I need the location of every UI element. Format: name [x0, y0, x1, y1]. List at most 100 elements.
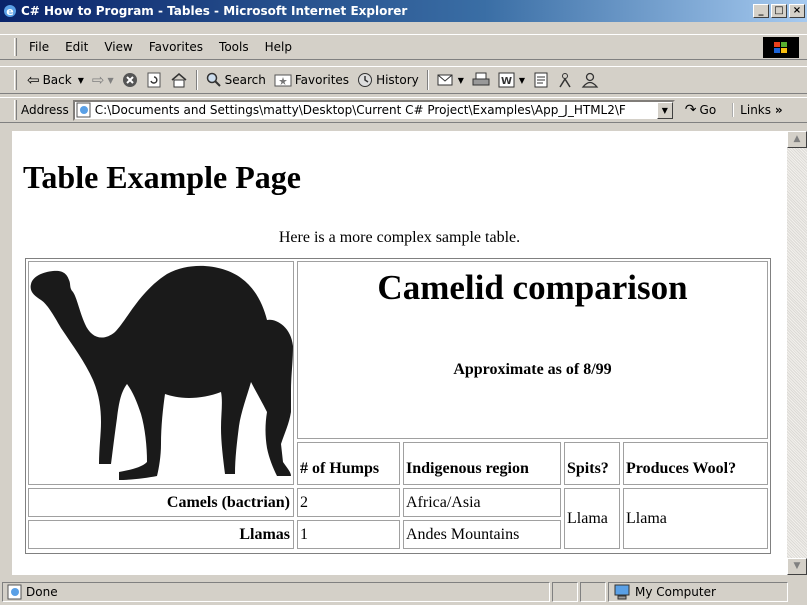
discuss-icon — [534, 72, 548, 88]
go-arrow-icon: ↷ — [684, 102, 697, 118]
print-button[interactable] — [468, 72, 494, 88]
maximize-button[interactable]: □ — [771, 4, 787, 18]
table-caption: Camelid comparison — [377, 268, 688, 307]
history-icon — [358, 73, 373, 87]
mail-dropdown-icon[interactable]: ▼ — [458, 76, 464, 85]
go-label: Go — [699, 103, 717, 117]
menu-help[interactable]: Help — [257, 40, 300, 54]
history-button[interactable]: History — [353, 72, 423, 88]
links-button[interactable]: Links » — [732, 103, 783, 117]
edit-dropdown-icon[interactable]: ▼ — [519, 76, 525, 85]
title-bar: e C# How to Program - Tables - Microsoft… — [0, 0, 807, 22]
print-icon — [472, 72, 490, 86]
favorites-icon — [274, 74, 292, 87]
favorites-button[interactable]: Favorites — [270, 72, 353, 88]
discuss-button[interactable] — [529, 72, 553, 88]
address-bar: Address C:\Documents and Settings\matty\… — [0, 97, 807, 123]
scroll-up-icon[interactable]: ▲ — [787, 131, 807, 148]
go-button[interactable]: ↷ Go — [685, 102, 716, 118]
minimize-button[interactable]: _ — [753, 4, 769, 18]
svg-text:e: e — [6, 5, 13, 18]
stop-icon — [122, 73, 137, 87]
cell-llamas-region: Andes Mountains — [403, 520, 561, 549]
address-input[interactable]: C:\Documents and Settings\matty\Desktop\… — [72, 99, 675, 121]
header-spits: Spits? — [564, 442, 620, 485]
cell-wool: Llama — [623, 488, 768, 549]
menu-file[interactable]: File — [21, 40, 57, 54]
header-region: Indigenous region — [403, 442, 561, 485]
chevron-right-icon: » — [774, 103, 783, 117]
address-grip[interactable] — [14, 100, 17, 120]
toolbar-separator — [195, 70, 198, 90]
cell-spits: Llama — [564, 488, 620, 549]
table-caption-cell: Camelid comparison Approximate as of 8/9… — [297, 261, 768, 439]
messenger-icon — [559, 73, 571, 88]
status-zone-pane: My Computer — [608, 582, 788, 602]
ie-logo-icon: e — [4, 5, 16, 18]
address-label: Address — [21, 103, 69, 117]
menu-favorites[interactable]: Favorites — [141, 40, 211, 54]
status-text: Done — [26, 585, 58, 599]
forward-button[interactable]: ⇨ ▼ — [88, 70, 118, 89]
page-heading: Table Example Page — [23, 159, 301, 195]
mail-button[interactable]: ▼ — [433, 72, 468, 88]
contacts-icon — [581, 72, 599, 88]
status-security-pane — [580, 582, 606, 602]
back-arrow-icon: ⇦ — [27, 70, 40, 89]
back-dropdown-icon[interactable]: ▼ — [78, 76, 84, 85]
search-icon — [206, 72, 221, 87]
row-header-camels: Camels (bactrian) — [28, 488, 294, 517]
forward-arrow-icon: ⇨ — [91, 70, 105, 89]
camel-image-cell — [28, 261, 294, 485]
menu-view[interactable]: View — [96, 40, 140, 54]
messenger-button[interactable] — [553, 72, 577, 88]
close-button[interactable]: × — [789, 4, 805, 18]
search-button[interactable]: Search — [202, 72, 270, 88]
menu-edit[interactable]: Edit — [57, 40, 96, 54]
home-icon — [171, 73, 187, 88]
page-viewport: Table Example Page Here is a more comple… — [12, 131, 787, 575]
menu-grip[interactable] — [14, 38, 17, 56]
windows-logo-icon — [763, 37, 799, 58]
camel-image — [30, 265, 293, 480]
my-computer-icon — [614, 584, 630, 600]
toolbar-grip[interactable] — [14, 70, 17, 90]
back-button[interactable]: ⇦ Back ▼ — [23, 70, 88, 89]
contacts-button[interactable] — [577, 72, 603, 88]
camelid-table: Camelid comparison Approximate as of 8/9… — [25, 258, 771, 554]
edit-button[interactable]: W ▼ — [494, 72, 529, 88]
row-header-llamas: Llamas — [28, 520, 294, 549]
cell-llamas-humps: 1 — [297, 520, 400, 549]
search-label: Search — [224, 73, 266, 87]
page-icon — [76, 102, 91, 118]
standard-toolbar: ⇦ Back ▼ ⇨ ▼ Search Favorites History ▼ … — [0, 66, 807, 94]
window-title: C# How to Program - Tables - Microsoft I… — [21, 4, 408, 18]
status-main-pane: Done — [2, 582, 550, 602]
address-url[interactable]: C:\Documents and Settings\matty\Desktop\… — [95, 103, 657, 117]
menu-bar: File Edit View Favorites Tools Help — [0, 34, 807, 60]
status-progress-pane — [552, 582, 578, 602]
home-button[interactable] — [166, 72, 192, 88]
status-bar: Done My Computer — [0, 579, 807, 605]
history-label: History — [376, 73, 419, 87]
intro-text: Here is a more complex sample table. — [278, 229, 521, 246]
stop-button[interactable] — [118, 72, 142, 88]
favorites-label: Favorites — [294, 73, 350, 87]
mail-icon — [437, 74, 453, 86]
toolbar-separator — [426, 70, 429, 90]
refresh-button[interactable] — [142, 72, 166, 88]
cell-camels-humps: 2 — [297, 488, 400, 517]
links-label: Links — [740, 103, 771, 117]
forward-dropdown-icon[interactable]: ▼ — [107, 76, 113, 85]
cell-camels-region: Africa/Asia — [403, 488, 561, 517]
scroll-down-icon[interactable]: ▼ — [787, 558, 807, 575]
header-wool: Produces Wool? — [623, 442, 768, 485]
back-label: Back — [42, 73, 72, 87]
status-zone-text: My Computer — [635, 585, 716, 599]
vertical-scrollbar[interactable]: ▲ ▼ — [787, 131, 807, 575]
menu-tools[interactable]: Tools — [211, 40, 257, 54]
table-subcaption: Approximate as of 8/99 — [453, 361, 612, 378]
svg-text:W: W — [501, 76, 512, 87]
header-humps: # of Humps — [297, 442, 400, 485]
address-dropdown-icon[interactable]: ▼ — [656, 101, 673, 119]
